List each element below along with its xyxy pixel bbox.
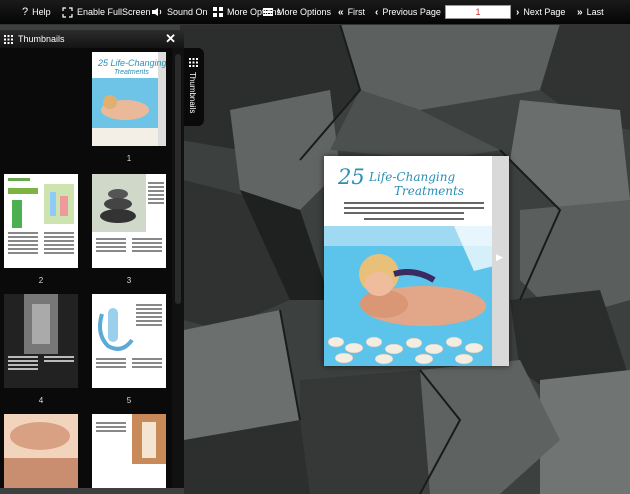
thumbnail-number: 2 [38, 276, 44, 285]
fullscreen-button[interactable]: Enable FullScreen [62, 0, 151, 24]
thumbnail-page-6[interactable] [4, 414, 78, 488]
play-arrow-icon: ▶ [496, 252, 503, 262]
top-toolbar: ? Help Enable FullScreen Sound On More O… [0, 0, 630, 25]
grid-icon [189, 58, 198, 67]
thumbnail-page-2[interactable] [4, 174, 78, 268]
next-label: Next Page [523, 7, 566, 17]
thumbnail-page-3[interactable] [92, 174, 166, 268]
last-label: Last [586, 7, 604, 17]
page-2-thumbnail-image [4, 174, 78, 268]
thumbnail-page-7[interactable] [92, 414, 166, 488]
cover-thumbnail-image: 25 Life-Changing Treatments [92, 52, 166, 146]
sound-button[interactable]: Sound On [151, 0, 208, 24]
sound-label: Sound On [167, 7, 208, 17]
previous-page-button[interactable]: ‹ Previous Page [375, 0, 441, 24]
fullscreen-icon [62, 6, 73, 18]
page-6-thumbnail-image [4, 414, 78, 488]
page-4-thumbnail-image [4, 294, 78, 388]
speaker-icon [152, 8, 162, 16]
cover-title-number: 25 [338, 165, 365, 189]
thumbnail-scrollbar[interactable] [172, 48, 184, 488]
help-button[interactable]: ? Help [22, 0, 51, 24]
next-page-button[interactable]: › Next Page [516, 0, 565, 24]
grid-icon [213, 7, 223, 17]
thumbnail-page-4[interactable] [4, 294, 78, 388]
double-chevron-left-icon: « [338, 6, 344, 18]
list-icon [263, 8, 273, 16]
first-label: First [347, 7, 366, 17]
help-label: Help [32, 7, 51, 17]
double-chevron-right-icon: » [577, 6, 583, 18]
chevron-right-icon: › [516, 6, 520, 18]
thumbnails-title: Thumbnails [18, 34, 65, 44]
thumbnail-page-5[interactable] [92, 294, 166, 388]
page-5-thumbnail-image [92, 294, 166, 388]
last-page-button[interactable]: » Last [577, 0, 604, 24]
thumbnails-side-tab[interactable]: Thumbnails [184, 48, 204, 126]
flipbook-cover-page[interactable]: 25 Life-Changing Treatments [324, 156, 509, 366]
question-mark-icon: ? [22, 6, 29, 18]
page-number-input[interactable] [445, 5, 511, 19]
svg-text:25 Life-Changing: 25 Life-Changing [97, 58, 166, 68]
cover-title-line2: Treatments [394, 184, 465, 198]
next-page-arrow[interactable]: ▶ [492, 156, 509, 366]
thumbnail-number: 1 [126, 154, 132, 163]
grid-icon [4, 34, 13, 44]
svg-text:Treatments: Treatments [114, 69, 149, 76]
previous-label: Previous Page [382, 7, 441, 17]
chevron-left-icon: ‹ [375, 6, 379, 18]
scrollbar-thumb[interactable] [175, 54, 181, 304]
thumbnails-header: Thumbnails ✕ [0, 30, 184, 48]
close-icon[interactable]: ✕ [165, 32, 176, 46]
more-options-label-2: More Options [277, 7, 332, 17]
thumbnail-number: 3 [126, 276, 132, 285]
cover-title-line1: Life-Changing [369, 170, 456, 184]
thumbnail-number: 4 [38, 396, 44, 405]
fullscreen-label: Enable FullScreen [77, 7, 151, 17]
page-3-thumbnail-image [92, 174, 166, 268]
first-page-button[interactable]: « First [338, 0, 365, 24]
thumbnails-panel: Thumbnails ✕ 25 Life-Changing Treatments… [0, 30, 184, 488]
thumbnail-number: 5 [126, 396, 132, 405]
side-tab-label: Thumbnails [188, 72, 197, 114]
thumbnail-page-1[interactable]: 25 Life-Changing Treatments [92, 52, 166, 146]
page-7-thumbnail-image [92, 414, 166, 488]
more-options-button-2[interactable]: More Options [263, 0, 331, 24]
thumbnail-list[interactable]: 25 Life-Changing Treatments 1 2 3 4 5 [0, 48, 172, 488]
